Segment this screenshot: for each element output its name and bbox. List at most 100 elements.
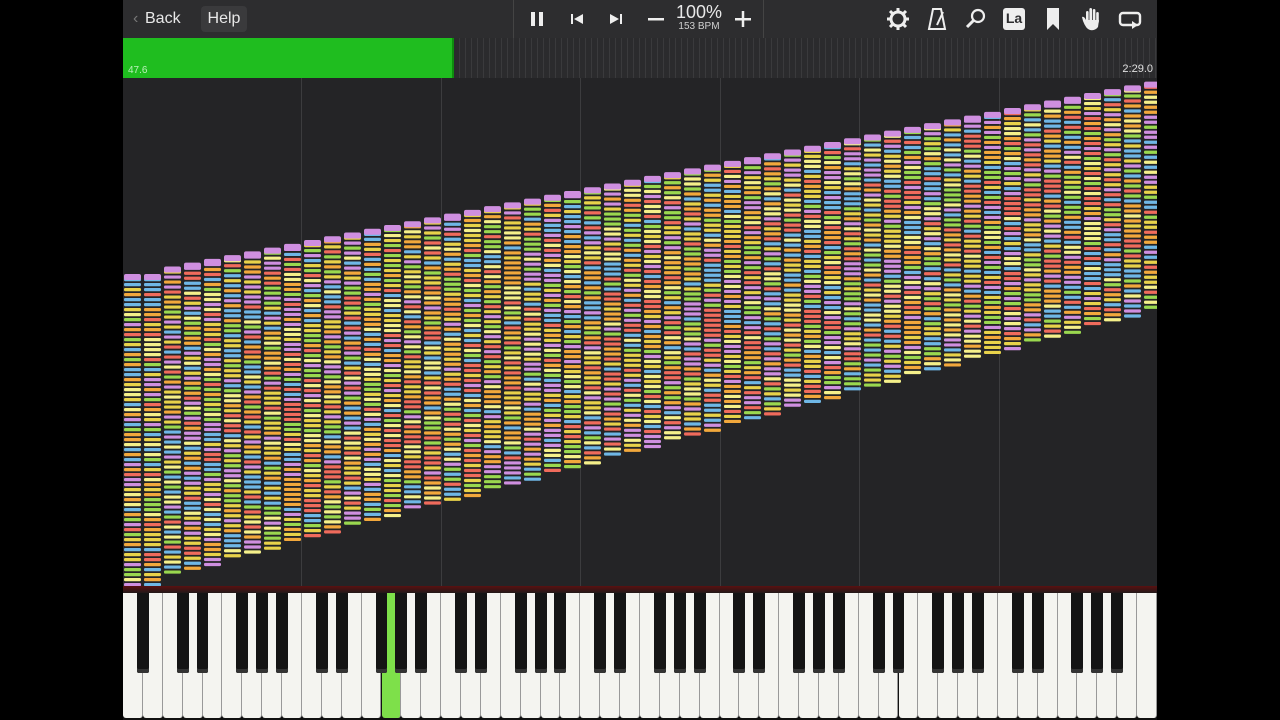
black-key[interactable] (136, 593, 149, 673)
note-column (664, 172, 681, 440)
white-key[interactable] (1137, 593, 1157, 718)
black-key[interactable] (554, 593, 567, 673)
chevron-left-icon: ‹ (133, 10, 139, 27)
black-key[interactable] (176, 593, 189, 673)
note-column (1044, 100, 1061, 338)
black-key[interactable] (1111, 593, 1124, 673)
black-key[interactable] (812, 593, 825, 673)
metronome-icon[interactable] (923, 5, 951, 33)
loop-icon[interactable] (1116, 5, 1144, 33)
top-toolbar: ‹ Back Help 100% 153 BPM La (123, 0, 1157, 38)
note-column (224, 255, 241, 558)
tempo-decrease-minus-icon[interactable] (642, 5, 670, 33)
black-key[interactable] (673, 593, 686, 673)
note-column (584, 187, 601, 465)
black-key[interactable] (196, 593, 209, 673)
note-column (1064, 96, 1081, 334)
help-button[interactable]: Help (201, 6, 247, 32)
note-column (684, 168, 701, 436)
note-column (504, 202, 521, 485)
black-key[interactable] (1091, 593, 1104, 673)
black-key[interactable] (236, 593, 249, 673)
skip-back-icon[interactable] (563, 5, 591, 33)
note-column (704, 164, 721, 432)
tempo-bpm: 153 BPM (678, 21, 720, 32)
black-key[interactable] (514, 593, 527, 673)
note-column (304, 240, 321, 538)
black-key[interactable] (733, 593, 746, 673)
toolbar-divider (763, 0, 764, 38)
tempo-percent: 100% (675, 2, 723, 22)
black-key[interactable] (375, 593, 388, 673)
note-column (644, 175, 661, 449)
note-column (484, 206, 501, 489)
pause-icon[interactable] (523, 5, 551, 33)
note-column (284, 243, 301, 542)
black-key[interactable] (276, 593, 289, 673)
note-column (1004, 108, 1021, 351)
note-column (524, 198, 541, 481)
note-column (204, 258, 221, 567)
black-key[interactable] (872, 593, 885, 673)
hand-icon[interactable] (1077, 5, 1105, 33)
note-column (264, 247, 281, 550)
black-key[interactable] (793, 593, 806, 673)
black-key[interactable] (335, 593, 348, 673)
toolbar-divider (513, 0, 514, 38)
note-column (404, 221, 421, 509)
note-column (744, 157, 761, 420)
tempo-display[interactable]: 100% 153 BPM (671, 3, 727, 33)
note-column (1084, 92, 1101, 326)
note-column (464, 209, 481, 498)
search-icon[interactable] (962, 5, 990, 33)
black-key[interactable] (415, 593, 428, 673)
note-column (624, 179, 641, 452)
label-la-icon[interactable]: La (1000, 5, 1028, 33)
progress-fill (123, 38, 454, 78)
black-key[interactable] (474, 593, 487, 673)
note-column (164, 266, 181, 574)
note-column (884, 130, 901, 383)
falling-notes-field (123, 78, 1157, 586)
note-column (904, 126, 921, 375)
note-column (424, 217, 441, 505)
note-column (364, 228, 381, 521)
skip-forward-icon[interactable] (602, 5, 630, 33)
la-label: La (1005, 10, 1023, 26)
note-column (184, 262, 201, 570)
note-column (784, 149, 801, 407)
note-column (964, 115, 981, 358)
black-key[interactable] (455, 593, 467, 673)
black-key[interactable] (614, 593, 627, 673)
black-key[interactable] (932, 593, 945, 673)
note-column (844, 138, 861, 391)
note-column (1024, 104, 1041, 342)
note-column (244, 251, 261, 554)
settings-gear-icon[interactable] (884, 5, 912, 33)
black-key[interactable] (1031, 593, 1044, 673)
black-key[interactable] (693, 593, 706, 673)
note-column (124, 274, 141, 586)
black-key[interactable] (892, 593, 905, 673)
black-key[interactable] (534, 593, 547, 673)
black-key[interactable] (315, 593, 328, 673)
back-button[interactable]: ‹ Back (131, 6, 187, 32)
black-key[interactable] (832, 593, 845, 673)
synthesia-app: ‹ Back Help 100% 153 BPM La 47.6 2:29.0 (123, 0, 1157, 720)
black-key[interactable] (753, 593, 766, 673)
black-key[interactable] (395, 593, 408, 673)
tempo-increase-plus-icon[interactable] (729, 5, 757, 33)
current-time: 47.6 (128, 65, 148, 76)
black-key[interactable] (972, 593, 984, 673)
black-key[interactable] (256, 593, 269, 673)
back-label: Back (145, 10, 181, 27)
black-key[interactable] (1011, 593, 1024, 673)
note-column (384, 224, 401, 518)
song-progress-bar[interactable]: 47.6 2:29.0 (123, 38, 1157, 78)
note-column (344, 232, 361, 525)
black-key[interactable] (1071, 593, 1084, 673)
black-key[interactable] (952, 593, 965, 673)
bookmark-icon[interactable] (1039, 5, 1067, 33)
black-key[interactable] (594, 593, 607, 673)
black-key[interactable] (653, 593, 666, 673)
